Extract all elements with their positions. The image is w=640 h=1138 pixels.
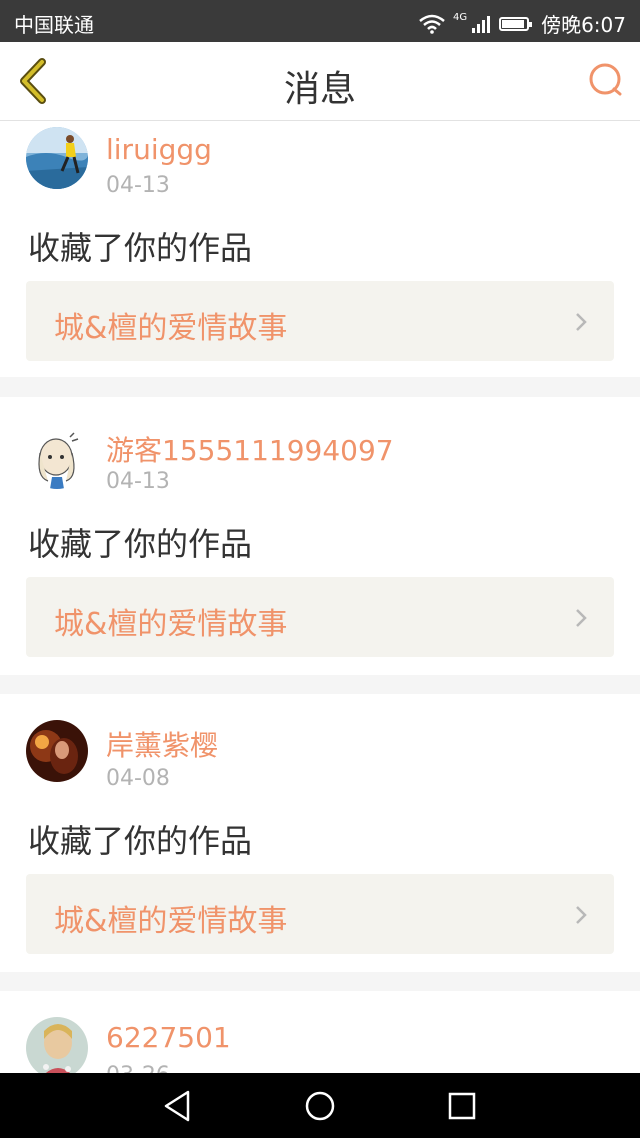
work-title: 城&檀的爱情故事 xyxy=(54,311,288,346)
action-text: 收藏了你的作品 xyxy=(28,229,253,267)
avatar[interactable] xyxy=(26,1017,88,1073)
avatar[interactable] xyxy=(26,127,88,189)
message-date: 04-13 xyxy=(106,173,170,198)
header-bar: 消息 xyxy=(0,42,640,121)
carrier-label: 中国联通 xyxy=(14,13,94,37)
message-card: 游客1555111994097 04-13 收藏了你的作品 城&檀的爱情故事 xyxy=(0,397,640,675)
wifi-icon xyxy=(419,14,445,34)
action-text: 收藏了你的作品 xyxy=(28,525,253,563)
network-type-label: 4G xyxy=(452,12,468,23)
message-card: 6227501 03-26 xyxy=(0,991,640,1073)
work-link[interactable]: 城&檀的爱情故事 xyxy=(26,281,614,361)
action-text: 收藏了你的作品 xyxy=(28,822,253,860)
chevron-right-icon xyxy=(576,313,587,331)
work-link[interactable]: 城&檀的爱情故事 xyxy=(26,874,614,954)
chevron-right-icon xyxy=(576,609,587,627)
status-icons: 4G 傍晚6:07 xyxy=(419,9,626,38)
back-nav-icon[interactable] xyxy=(158,1087,198,1125)
chevron-right-icon xyxy=(576,906,587,924)
search-icon[interactable] xyxy=(586,60,626,100)
status-bar: 中国联通 4G 傍晚6:07 xyxy=(0,0,640,42)
battery-icon xyxy=(499,16,533,31)
work-title: 城&檀的爱情故事 xyxy=(54,904,288,939)
screen: 中国联通 4G 傍晚6:07 消息 liruiggg 04-13 收藏了你的作品… xyxy=(0,0,640,1138)
username[interactable]: 岸薰紫樱 xyxy=(106,724,218,764)
system-nav-bar xyxy=(0,1073,640,1138)
avatar[interactable] xyxy=(26,427,88,489)
username[interactable]: 游客1555111994097 xyxy=(106,429,394,469)
clock-label: 傍晚6:07 xyxy=(541,13,626,37)
message-date: 04-13 xyxy=(106,469,170,494)
message-date: 03-26 xyxy=(106,1063,170,1073)
username[interactable]: liruiggg xyxy=(106,133,212,166)
message-list[interactable]: liruiggg 04-13 收藏了你的作品 城&檀的爱情故事 游客155511… xyxy=(0,121,640,1073)
avatar[interactable] xyxy=(26,720,88,782)
work-title: 城&檀的爱情故事 xyxy=(54,607,288,642)
message-card: 岸薰紫樱 04-08 收藏了你的作品 城&檀的爱情故事 xyxy=(0,694,640,972)
message-date: 04-08 xyxy=(106,766,170,791)
home-nav-icon[interactable] xyxy=(300,1087,340,1125)
recents-nav-icon[interactable] xyxy=(442,1087,482,1125)
signal-icon xyxy=(472,15,491,33)
username[interactable]: 6227501 xyxy=(106,1021,231,1054)
work-link[interactable]: 城&檀的爱情故事 xyxy=(26,577,614,657)
page-title: 消息 xyxy=(283,69,356,110)
message-card: liruiggg 04-13 收藏了你的作品 城&檀的爱情故事 xyxy=(0,121,640,377)
